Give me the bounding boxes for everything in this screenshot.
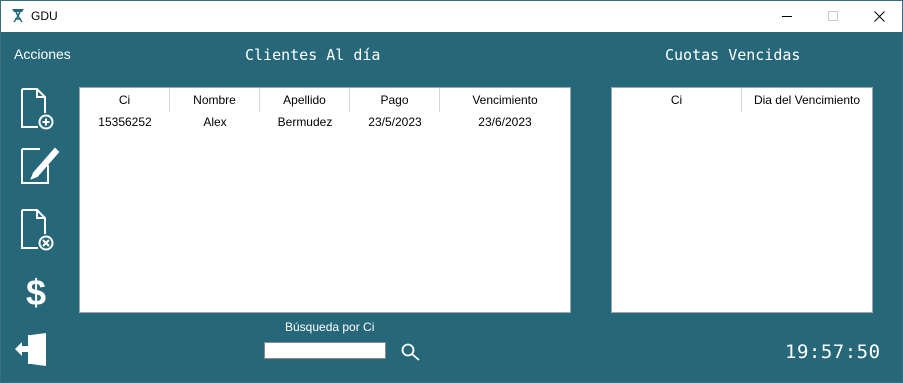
app-window: GDU Acciones Clientes Al día Cuotas Venc…	[0, 0, 903, 383]
window-title: GDU	[31, 9, 58, 23]
column-header-ci[interactable]: Ci	[612, 88, 742, 112]
clock: 19:57:50	[785, 341, 881, 363]
maximize-icon	[827, 11, 838, 21]
column-header-dia-vencimiento[interactable]: Dia del Vencimiento	[742, 88, 872, 112]
column-header-nombre[interactable]: Nombre	[170, 88, 260, 112]
maximize-button[interactable]	[810, 1, 856, 32]
table-row[interactable]: 15356252 Alex Bermudez 23/5/2023 23/6/20…	[80, 112, 570, 132]
delete-document-icon	[21, 209, 54, 251]
sidebar-heading: Acciones	[14, 46, 71, 62]
minimize-icon	[781, 16, 792, 17]
cell-vencimiento: 23/6/2023	[478, 115, 532, 129]
add-document-button[interactable]	[18, 87, 56, 131]
search-input[interactable]	[264, 342, 386, 359]
minimize-button[interactable]	[764, 1, 810, 32]
close-icon	[873, 11, 885, 22]
column-header-vencimiento[interactable]: Vencimiento	[440, 88, 570, 112]
cell-nombre: Alex	[203, 115, 227, 129]
clientes-heading: Clientes Al día	[245, 46, 381, 64]
dollar-icon: $	[26, 273, 46, 311]
column-header-apellido[interactable]: Apellido	[260, 88, 350, 112]
close-button[interactable]	[856, 1, 902, 32]
payment-button[interactable]: $	[23, 273, 49, 311]
cell-ci: 15356252	[98, 115, 152, 129]
search-label: Búsqueda por Ci	[285, 320, 375, 334]
cell-pago: 23/5/2023	[368, 115, 422, 129]
edit-document-icon	[21, 147, 60, 184]
clientes-table[interactable]: Ci Nombre Apellido Pago Vencimiento 1535…	[79, 87, 571, 313]
delete-document-button[interactable]	[18, 208, 56, 252]
exit-button[interactable]	[14, 332, 50, 368]
cuotas-table[interactable]: Ci Dia del Vencimiento	[611, 87, 873, 313]
add-document-icon	[21, 88, 54, 130]
column-header-pago[interactable]: Pago	[350, 88, 440, 112]
table-header: Ci Nombre Apellido Pago Vencimiento	[80, 88, 570, 112]
cuotas-heading: Cuotas Vencidas	[665, 46, 801, 64]
search-icon	[401, 343, 420, 361]
edit-document-button[interactable]	[18, 145, 60, 187]
main-area: Acciones Clientes Al día Cuotas Vencidas	[1, 32, 902, 382]
cell-apellido: Bermudez	[277, 115, 333, 129]
search-button[interactable]	[400, 342, 422, 362]
exit-icon	[15, 333, 46, 366]
app-logo-icon	[12, 9, 24, 23]
title-bar[interactable]: GDU	[1, 1, 902, 32]
table-header: Ci Dia del Vencimiento	[612, 88, 872, 112]
column-header-ci[interactable]: Ci	[80, 88, 170, 112]
